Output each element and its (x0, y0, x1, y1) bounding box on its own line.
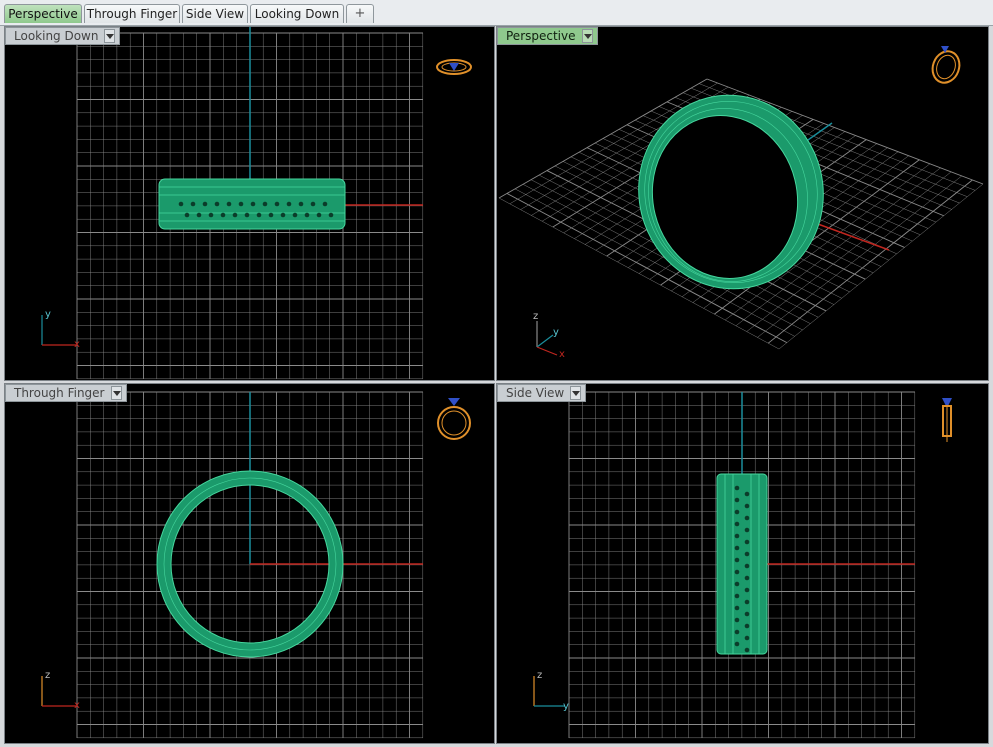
looking-down-canvas: y x (41, 27, 472, 380)
tab-through-finger[interactable]: Through Finger (84, 4, 180, 23)
gizmo-label-z: z (45, 670, 50, 681)
add-tab-button[interactable]: + (346, 4, 374, 23)
viewport-through-finger[interactable]: z x Through Finger (4, 383, 495, 744)
tab-perspective[interactable]: Perspective (4, 4, 82, 23)
ring-side-orientation-icon (942, 398, 952, 442)
viewport-label-side-view[interactable]: Side View (497, 384, 587, 402)
through-finger-canvas: z x (41, 391, 471, 739)
viewport-title: Looking Down (14, 29, 99, 43)
chevron-down-icon[interactable] (570, 386, 582, 400)
viewport-looking-down[interactable]: y x Looking Down (4, 26, 495, 381)
viewport-label-through-finger[interactable]: Through Finger (5, 384, 127, 402)
ring-model-side (716, 473, 768, 655)
viewport-label-perspective[interactable]: Perspective (497, 27, 598, 45)
gizmo-label-x: x (559, 349, 565, 360)
gizmo-label-y: y (563, 701, 569, 712)
gizmo-label-z: z (533, 311, 538, 322)
perspective-canvas: z y x (498, 46, 984, 360)
ring-front-orientation-icon (437, 398, 471, 440)
tab-side-view[interactable]: Side View (182, 4, 248, 23)
gizmo-label-x: x (74, 700, 80, 711)
viewport-title: Through Finger (14, 386, 105, 400)
viewport-label-looking-down[interactable]: Looking Down (5, 27, 121, 45)
ring-perspective-orientation-icon (931, 46, 961, 84)
gizmo-label-z: z (537, 670, 542, 681)
chevron-down-icon[interactable] (110, 386, 122, 400)
viewport-tab-bar: Perspective Through Finger Side View Loo… (0, 0, 993, 26)
tab-looking-down[interactable]: Looking Down (250, 4, 344, 23)
ring-top-orientation-icon (436, 59, 472, 75)
gizmo-label-x: x (74, 339, 80, 350)
ring-model-top (158, 178, 346, 230)
gizmo-label-y: y (553, 327, 559, 338)
chevron-down-icon[interactable] (581, 29, 593, 43)
viewport-title: Side View (506, 386, 565, 400)
side-view-canvas: z y (533, 391, 952, 739)
viewport-title: Perspective (506, 29, 576, 43)
viewport-side-view[interactable]: z y Side View (496, 383, 989, 744)
gizmo-label-y: y (45, 309, 51, 320)
chevron-down-icon[interactable] (104, 29, 116, 43)
viewport-perspective[interactable]: z y x Perspective (496, 26, 989, 381)
